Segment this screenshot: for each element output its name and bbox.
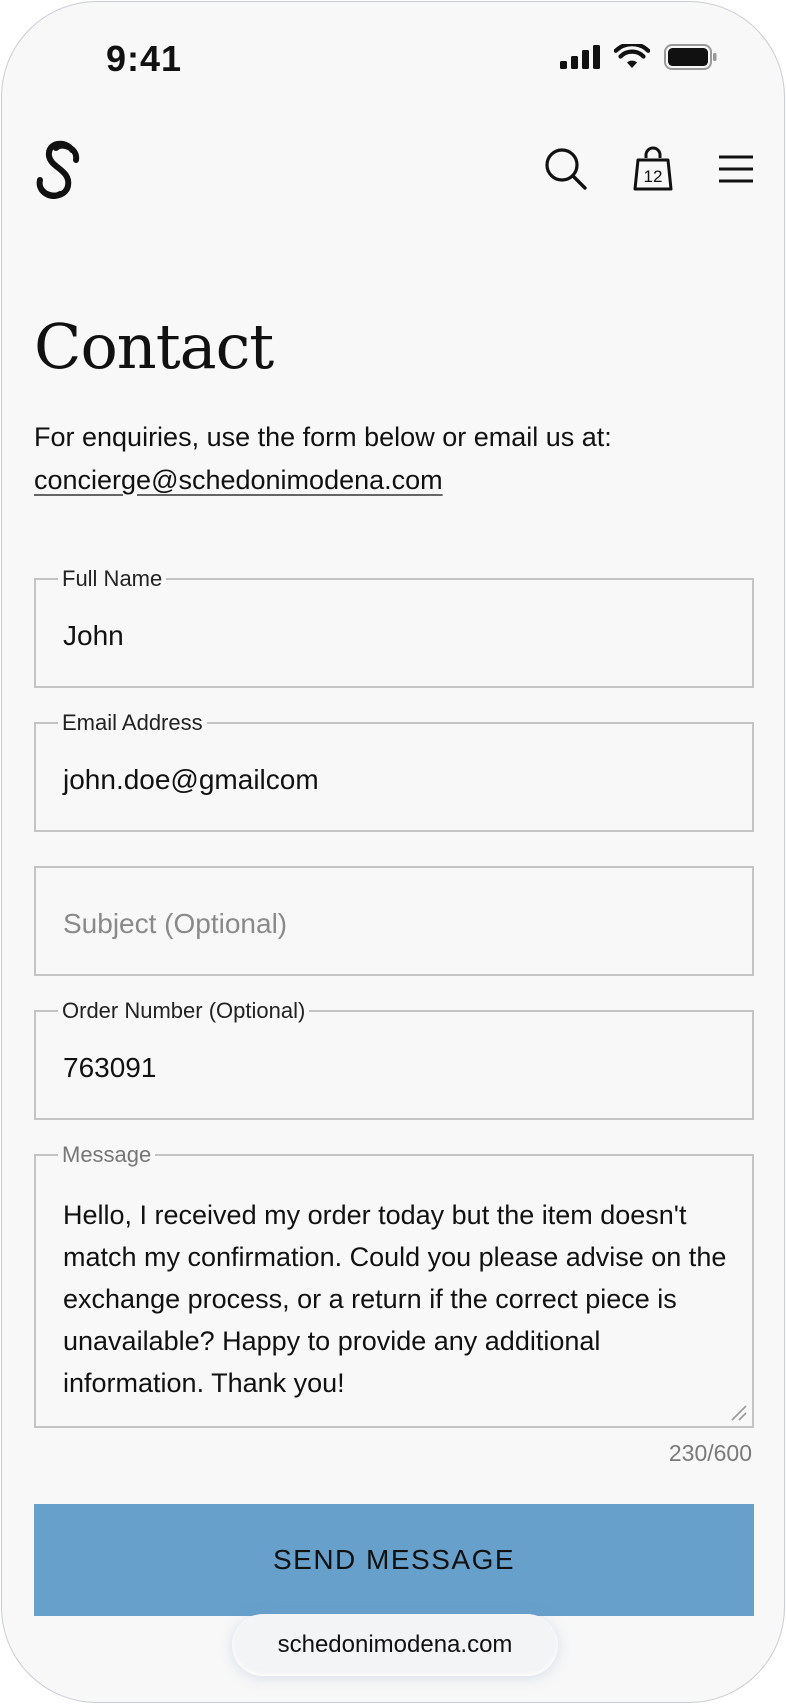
- header-actions: 12: [544, 146, 754, 192]
- search-icon[interactable]: [544, 147, 588, 191]
- battery-icon: [664, 44, 717, 70]
- message-label: Message: [58, 1141, 156, 1169]
- cart-button[interactable]: 12: [632, 146, 674, 192]
- order-number-field[interactable]: Order Number (Optional) 763091: [34, 997, 754, 1120]
- message-field[interactable]: Message Hello, I received my order today…: [34, 1141, 754, 1428]
- character-counter: 230/600: [668, 1440, 752, 1466]
- resize-handle-icon[interactable]: [728, 1402, 748, 1422]
- send-message-button[interactable]: SEND MESSAGE: [34, 1504, 754, 1616]
- email-field[interactable]: Email Address john.doe@gmailcom: [34, 709, 754, 832]
- brand-logo[interactable]: [32, 138, 84, 209]
- cart-count-badge: 12: [643, 167, 663, 186]
- browser-url-bar[interactable]: schedonimodena.com: [232, 1614, 558, 1676]
- email-label: Email Address: [58, 709, 207, 737]
- status-icons: [560, 44, 718, 70]
- status-time: 9:41: [106, 38, 183, 79]
- menu-icon[interactable]: [718, 154, 754, 184]
- full-name-value: John: [63, 620, 124, 651]
- subject-field[interactable]: Subject (Optional): [34, 866, 754, 976]
- full-name-label: Full Name: [58, 565, 167, 593]
- phone-frame: 9:41 12 Contact For enquiries, use the f…: [1, 1, 785, 1703]
- intro-text: For enquiries, use the form below or ema…: [34, 416, 754, 502]
- full-name-field[interactable]: Full Name John: [34, 565, 754, 688]
- message-value: Hello, I received my order today but the…: [63, 1200, 727, 1398]
- url-text: schedonimodena.com: [277, 1631, 513, 1658]
- cellular-signal-icon: [560, 45, 600, 69]
- email-value: john.doe@gmailcom: [63, 764, 319, 795]
- brand-s-logo-icon: [36, 140, 80, 200]
- intro-copy: For enquiries, use the form below or ema…: [34, 422, 612, 452]
- page-title: Contact: [34, 310, 274, 383]
- subject-placeholder: Subject (Optional): [63, 908, 288, 939]
- email-link[interactable]: concierge@schedonimodena.com: [34, 465, 443, 495]
- order-number-label: Order Number (Optional): [58, 997, 310, 1025]
- wifi-icon: [614, 44, 650, 68]
- order-number-value: 763091: [63, 1052, 157, 1083]
